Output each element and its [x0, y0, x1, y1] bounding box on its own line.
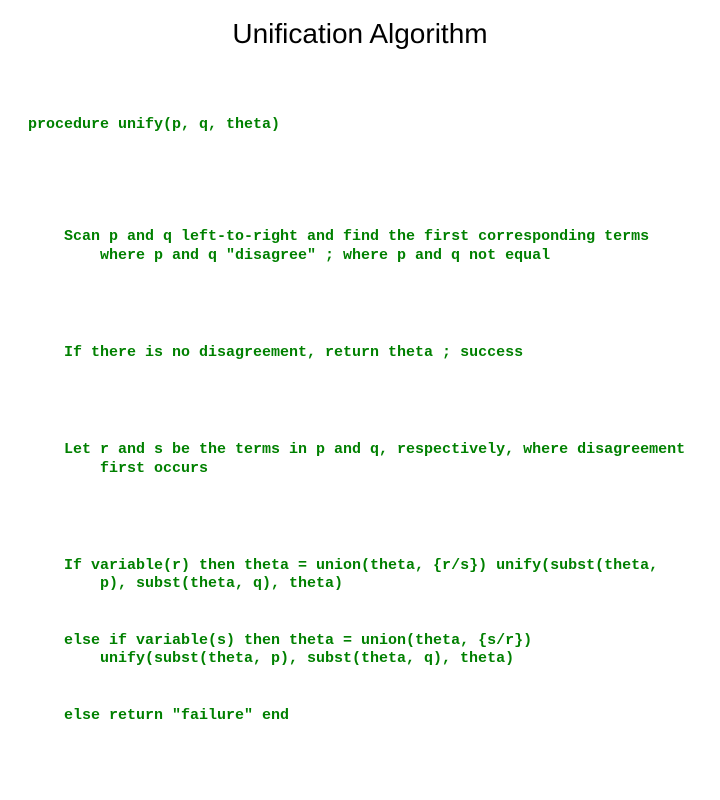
step-scan: Scan p and q left-to-right and find the … [64, 228, 692, 266]
slide: Unification Algorithm procedure unify(p,… [0, 0, 720, 540]
step-elif-variable-s: else if variable(s) then theta = union(t… [64, 632, 692, 670]
slide-title: Unification Algorithm [28, 18, 692, 50]
step-else-failure: else return "failure" end [64, 707, 692, 726]
step-let-rs: Let r and s be the terms in p and q, res… [64, 441, 692, 479]
algorithm-code: procedure unify(p, q, theta) Scan p and … [28, 78, 692, 800]
step-no-disagreement: If there is no disagreement, return thet… [64, 344, 692, 363]
procedure-body: Scan p and q left-to-right and find the … [64, 191, 692, 763]
procedure-header: procedure unify(p, q, theta) [28, 116, 692, 135]
step-if-variable-r: If variable(r) then theta = union(theta,… [64, 557, 692, 595]
